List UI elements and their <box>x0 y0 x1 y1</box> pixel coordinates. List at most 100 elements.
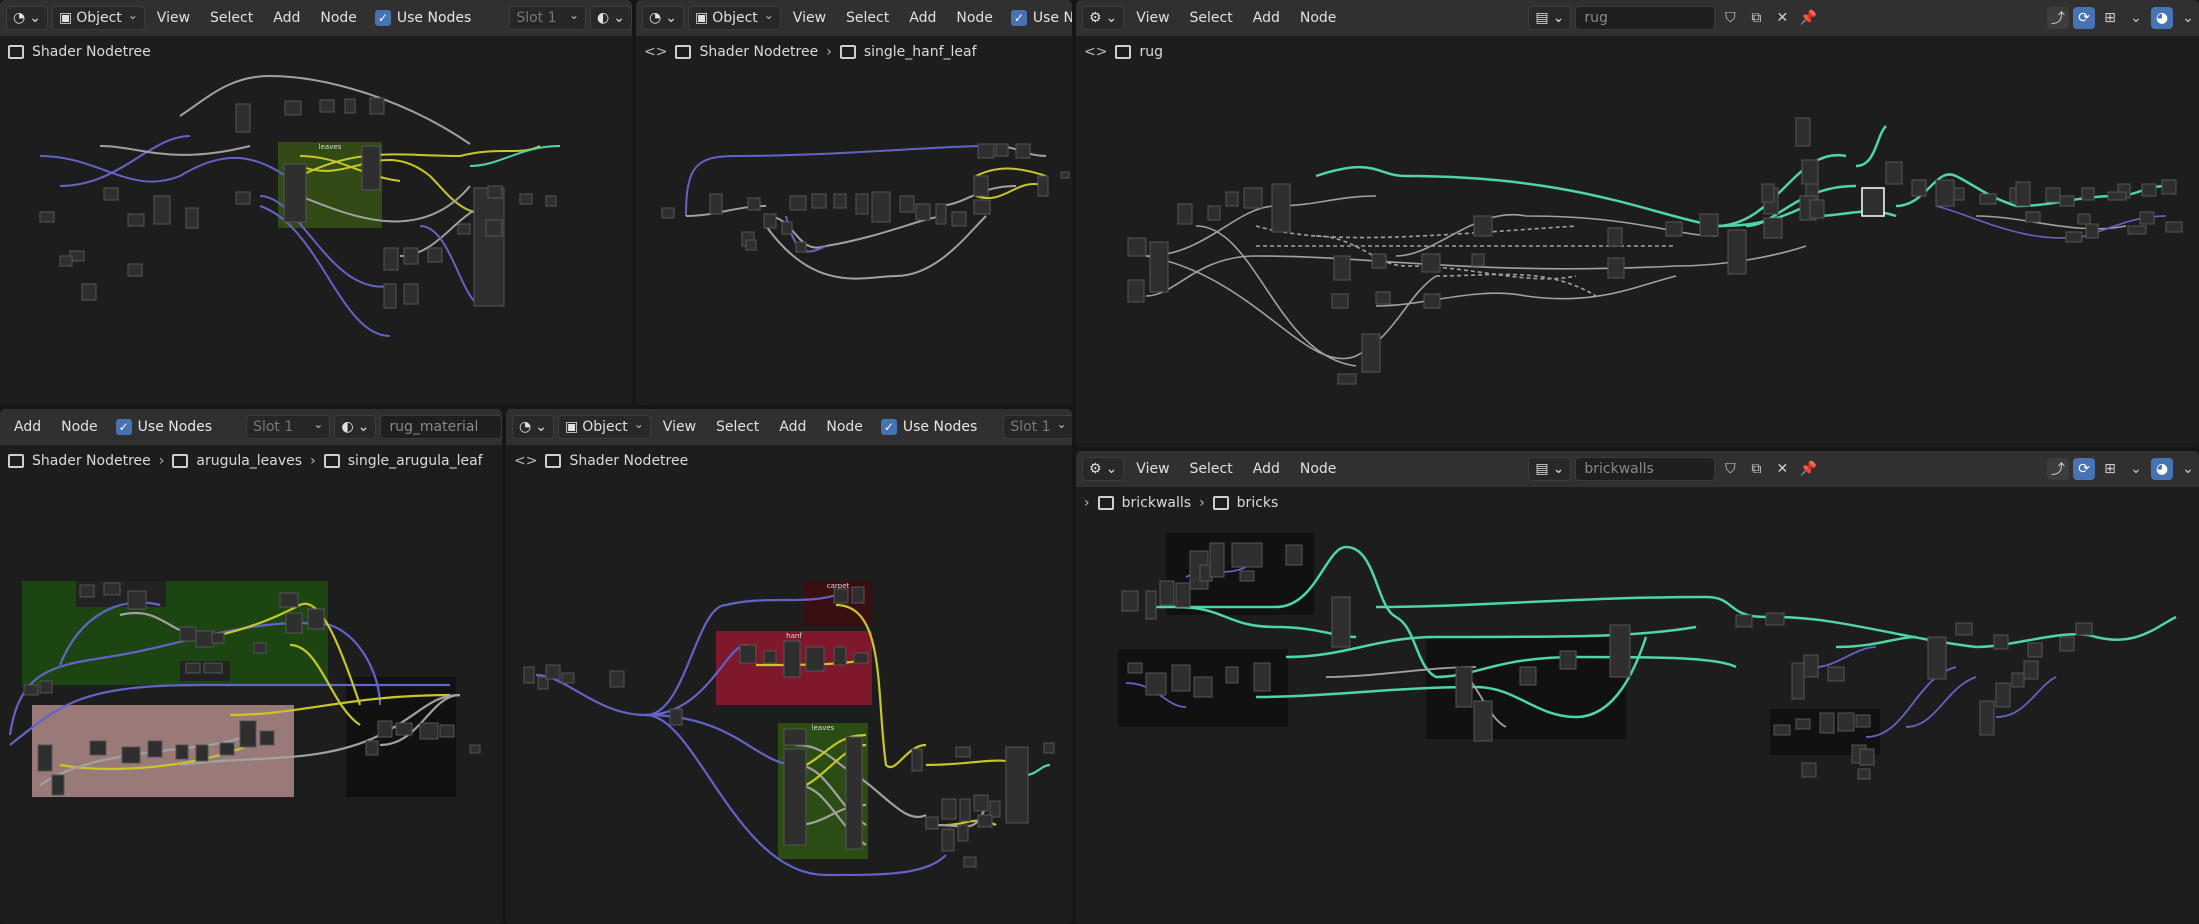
node-editor-icon: ◔ <box>13 10 26 26</box>
node-canvas[interactable] <box>1076 36 2199 447</box>
material-sphere-icon: ◐ <box>597 10 610 26</box>
chevron-down-icon[interactable]: ⌄ <box>2177 7 2199 29</box>
editor-type-button[interactable]: ⚙ ⌄ <box>1082 6 1125 30</box>
checkmark-icon: ✓ <box>880 419 897 435</box>
datablock-name-value: rug <box>1584 10 1608 26</box>
node-graph[interactable] <box>1076 36 2199 447</box>
material-browse-button[interactable]: ◐ ⌄ <box>590 6 632 30</box>
checkmark-icon: ✓ <box>1010 10 1027 26</box>
node-graph[interactable]: carpet hanf leaves <box>506 445 1072 924</box>
fake-user-shield-icon[interactable]: ⛉ <box>1719 7 1741 29</box>
chevron-down-icon[interactable]: ⌄ <box>2177 458 2199 480</box>
menu-node[interactable]: Node <box>53 415 106 439</box>
nodetree-icon: ▤ <box>1535 461 1549 477</box>
datablock-browse-button[interactable]: ▤ ⌄ <box>1528 6 1572 30</box>
snap-grid-icon[interactable]: ⊞ <box>2099 7 2121 29</box>
overlay-icon[interactable]: ◕ <box>2151 458 2173 480</box>
use-nodes-checkbox[interactable]: ✓ Use Nodes <box>369 10 477 26</box>
menu-add[interactable]: Add <box>6 415 49 439</box>
mode-dropdown[interactable]: ▣ Object <box>687 6 781 30</box>
menu-node[interactable]: Node <box>1292 457 1345 481</box>
use-nodes-label: Use Noc <box>1032 10 1072 26</box>
slot-label: Slot 1 <box>1010 419 1051 435</box>
menu-add[interactable]: Add <box>901 6 944 30</box>
menu-add[interactable]: Add <box>265 6 308 30</box>
snap-icon[interactable]: ⟳ <box>2073 7 2095 29</box>
use-nodes-checkbox[interactable]: ✓ Use Nodes <box>110 419 218 435</box>
node-canvas[interactable]: leaves <box>0 36 632 405</box>
menu-node[interactable]: Node <box>312 6 365 30</box>
chevron-down-icon[interactable]: ⌄ <box>2125 7 2147 29</box>
node-editor-top-right: ⚙ ⌄ View Select Add Node ▤ ⌄ rug ⛉ ⧉ ✕ 📌 ⤴… <box>1076 0 2199 447</box>
datablock-browse-button[interactable]: ▤ ⌄ <box>1528 457 1572 481</box>
duplicate-icon[interactable]: ⧉ <box>1745 7 1767 29</box>
slot-dropdown[interactable]: Slot 1 <box>509 6 587 30</box>
header-bottom-left: Add Node ✓ Use Nodes Slot 1 ◐⌄ rug_materi… <box>0 409 502 445</box>
pin-icon[interactable]: 📌 <box>1797 7 1819 29</box>
node-graph[interactable] <box>0 445 502 924</box>
node-graph[interactable] <box>1076 487 2199 924</box>
node-editor-bottom-middle: ◔⌄ ▣Object View Select Add Node ✓ Use Nod… <box>506 409 1072 924</box>
checkmark-icon: ✓ <box>374 10 391 26</box>
menu-view[interactable]: View <box>655 415 704 439</box>
datablock-name-value: brickwalls <box>1584 461 1654 477</box>
mode-dropdown[interactable]: ▣ Object <box>557 415 651 439</box>
editor-type-button[interactable]: ◔ ⌄ <box>512 415 554 439</box>
slot-dropdown[interactable]: Slot 1 <box>246 415 331 439</box>
mode-dropdown[interactable]: ▣ Object <box>51 6 145 30</box>
node-editor-icon: ⚙ <box>1089 461 1102 477</box>
datablock-name-field[interactable]: rug <box>1575 6 1716 30</box>
editor-type-button[interactable]: ◔ ⌄ <box>6 6 48 30</box>
snap-icon[interactable]: ⟳ <box>2073 458 2095 480</box>
use-nodes-label: Use Nodes <box>137 419 213 435</box>
parent-nodetree-icon[interactable]: ⤴ <box>2047 7 2069 29</box>
material-browse-button[interactable]: ◐ ⌄ <box>334 415 377 439</box>
frame-label: leaves <box>319 143 342 151</box>
parent-nodetree-icon[interactable]: ⤴ <box>2047 458 2069 480</box>
menu-select[interactable]: Select <box>838 6 897 30</box>
menu-view[interactable]: View <box>785 6 834 30</box>
editor-type-button[interactable]: ◔ ⌄ <box>642 6 684 30</box>
node-canvas[interactable] <box>0 445 502 924</box>
editor-type-button[interactable]: ⚙ ⌄ <box>1082 457 1125 481</box>
pin-icon[interactable]: 📌 <box>1797 458 1819 480</box>
menu-node[interactable]: Node <box>948 6 1001 30</box>
header-bottom-middle: ◔⌄ ▣Object View Select Add Node ✓ Use Nod… <box>506 409 1072 445</box>
slot-label: Slot 1 <box>253 419 294 435</box>
active-node[interactable] <box>1861 187 1885 217</box>
menu-view[interactable]: View <box>149 6 198 30</box>
slot-dropdown[interactable]: Slot 1 <box>1003 415 1072 439</box>
node-canvas[interactable] <box>1076 487 2199 924</box>
use-nodes-checkbox[interactable]: ✓ Use Noc <box>1005 10 1072 26</box>
node-editor-icon: ⚙ <box>1089 10 1102 26</box>
menu-select[interactable]: Select <box>1182 457 1241 481</box>
menu-select[interactable]: Select <box>202 6 261 30</box>
menu-view[interactable]: View <box>1128 6 1177 30</box>
node-canvas[interactable] <box>636 36 1072 405</box>
menu-add[interactable]: Add <box>1245 457 1288 481</box>
use-nodes-label: Use Nodes <box>396 10 472 26</box>
menu-add[interactable]: Add <box>1245 6 1288 30</box>
fake-user-shield-icon[interactable]: ⛉ <box>1719 458 1741 480</box>
node-canvas[interactable]: carpet hanf leaves <box>506 445 1072 924</box>
use-nodes-checkbox[interactable]: ✓ Use Nodes <box>875 419 983 435</box>
close-icon[interactable]: ✕ <box>1771 458 1793 480</box>
material-name-value: rug_material <box>389 419 479 435</box>
close-icon[interactable]: ✕ <box>1771 7 1793 29</box>
node-graph[interactable]: leaves <box>0 36 632 405</box>
overlay-icon[interactable]: ◕ <box>2151 7 2173 29</box>
object-icon: ▣ <box>694 10 709 26</box>
duplicate-icon[interactable]: ⧉ <box>1745 458 1767 480</box>
material-name-field[interactable]: rug_material <box>380 415 502 439</box>
menu-node[interactable]: Node <box>1292 6 1345 30</box>
menu-select[interactable]: Select <box>1182 6 1241 30</box>
menu-node[interactable]: Node <box>818 415 871 439</box>
node-graph[interactable] <box>636 36 1072 405</box>
chevron-down-icon[interactable]: ⌄ <box>2125 458 2147 480</box>
menu-select[interactable]: Select <box>708 415 767 439</box>
menu-view[interactable]: View <box>1128 457 1177 481</box>
menu-add[interactable]: Add <box>771 415 814 439</box>
datablock-name-field[interactable]: brickwalls <box>1575 457 1716 481</box>
snap-grid-icon[interactable]: ⊞ <box>2099 458 2121 480</box>
header-top-left: ◔⌄ ▣Object View Select Add Node ✓ Use Nod… <box>0 0 632 36</box>
